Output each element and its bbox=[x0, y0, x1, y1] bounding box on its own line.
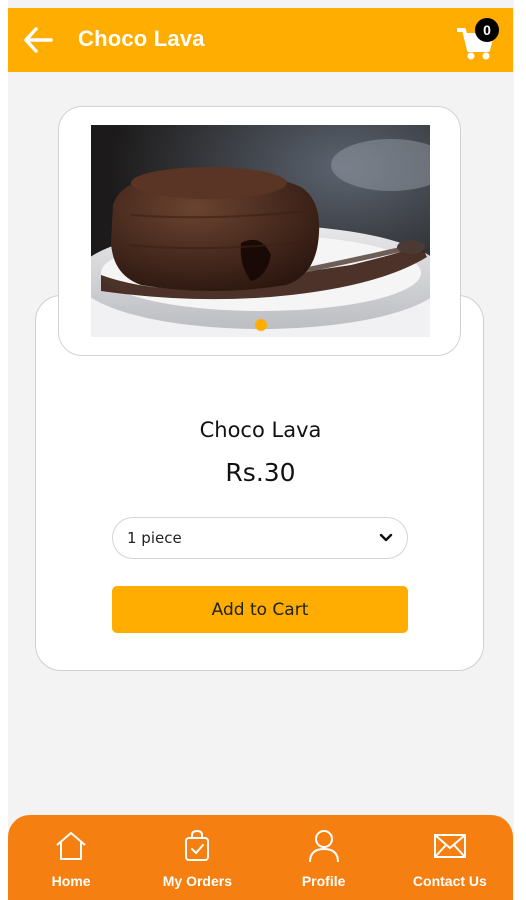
page-title: Choco Lava bbox=[78, 26, 205, 51]
add-to-cart-button[interactable]: Add to Cart bbox=[112, 586, 408, 633]
nav-label-profile: Profile bbox=[301, 873, 346, 889]
back-button[interactable] bbox=[20, 23, 56, 57]
mail-icon bbox=[431, 827, 469, 865]
shopping-bag-icon bbox=[178, 827, 216, 865]
nav-item-home[interactable]: Home bbox=[8, 815, 134, 900]
product-price: Rs.30 bbox=[225, 458, 296, 487]
cart-count-badge: 0 bbox=[475, 18, 499, 42]
app-bar: Choco Lava 0 bbox=[8, 8, 513, 72]
nav-label-contact-us: Contact Us bbox=[412, 873, 487, 889]
nav-item-contact-us[interactable]: Contact Us bbox=[387, 815, 513, 900]
screen-edge-right bbox=[514, 0, 526, 900]
cake-illustration bbox=[91, 125, 430, 337]
quantity-select[interactable]: 1 piece bbox=[112, 517, 408, 559]
screen-edge-left bbox=[0, 0, 8, 900]
product-image[interactable] bbox=[91, 125, 430, 337]
quantity-selected-value: 1 piece bbox=[127, 529, 182, 547]
nav-label-my-orders: My Orders bbox=[162, 873, 232, 889]
bottom-nav: Home My Orders Profile Contact Us bbox=[8, 815, 513, 900]
nav-item-profile[interactable]: Profile bbox=[261, 815, 387, 900]
product-image-card bbox=[58, 106, 461, 356]
nav-label-home: Home bbox=[51, 873, 91, 889]
user-icon bbox=[305, 827, 343, 865]
chevron-down-icon bbox=[379, 533, 393, 542]
product-name: Choco Lava bbox=[199, 418, 322, 442]
arrow-left-icon bbox=[24, 27, 53, 53]
cart-button[interactable]: 0 bbox=[455, 18, 499, 62]
home-icon bbox=[52, 827, 90, 865]
carousel-dot-active[interactable] bbox=[255, 319, 267, 331]
nav-item-my-orders[interactable]: My Orders bbox=[134, 815, 260, 900]
